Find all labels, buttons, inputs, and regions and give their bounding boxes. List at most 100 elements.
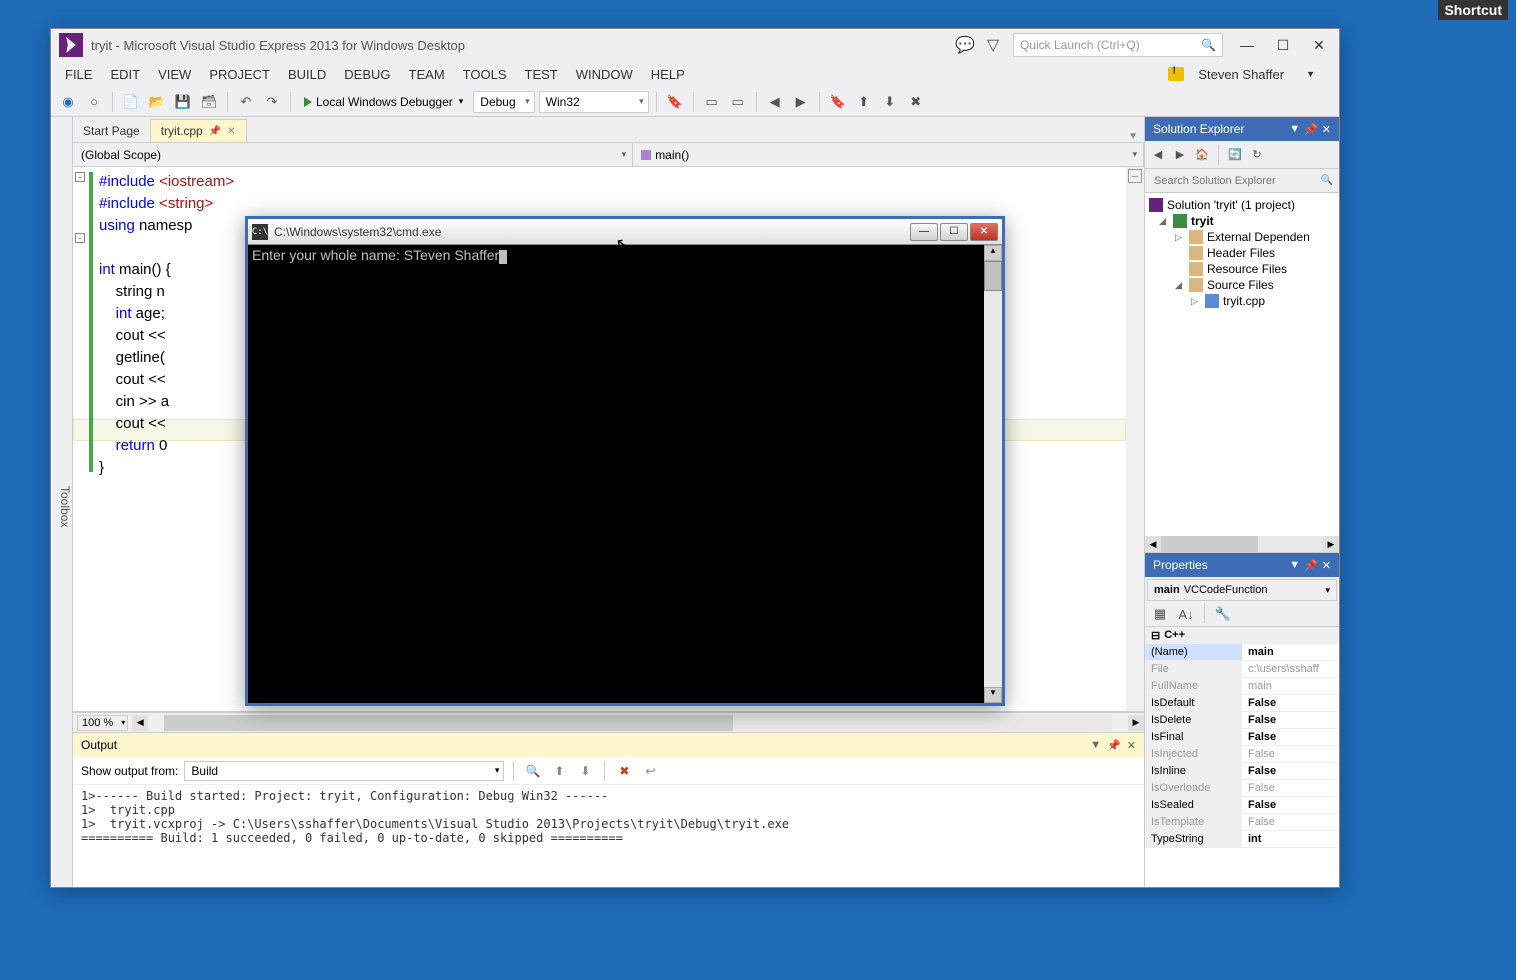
editor-hscrollbar[interactable]: [164, 715, 1112, 731]
bookmark-icon[interactable]: 🔖: [827, 91, 849, 113]
solution-tree[interactable]: Solution 'tryit' (1 project) ◢ tryit ▷ E…: [1145, 193, 1339, 536]
tab-start-page[interactable]: Start Page: [73, 120, 150, 142]
prev-message-icon[interactable]: ⬆: [549, 761, 569, 781]
expand-icon[interactable]: ▷: [1191, 296, 1201, 307]
solution-search[interactable]: [1145, 169, 1339, 193]
split-icon[interactable]: ─: [1128, 169, 1142, 183]
sync-icon[interactable]: 🔄: [1226, 146, 1244, 164]
props-page-icon[interactable]: 🔧: [1212, 603, 1234, 625]
dropdown-icon[interactable]: ▼: [1289, 559, 1300, 572]
fwd-icon[interactable]: ▶: [1171, 146, 1189, 164]
refresh-icon[interactable]: ↻: [1248, 146, 1266, 164]
property-row[interactable]: IsInjectedFalse: [1145, 746, 1339, 763]
menu-file[interactable]: FILE: [57, 65, 100, 84]
home-icon[interactable]: 🏠: [1193, 146, 1211, 164]
property-row[interactable]: IsTemplateFalse: [1145, 814, 1339, 831]
alpha-sort-icon[interactable]: A↓: [1175, 603, 1197, 625]
expand-icon[interactable]: ▷: [1175, 232, 1185, 243]
pin-icon[interactable]: 📌: [209, 126, 221, 137]
back-icon[interactable]: ◀: [1149, 146, 1167, 164]
menu-debug[interactable]: DEBUG: [336, 65, 398, 84]
prop-category[interactable]: ⊟C++: [1145, 627, 1339, 644]
redo-icon[interactable]: ↷: [261, 91, 283, 113]
property-row[interactable]: IsDefaultFalse: [1145, 695, 1339, 712]
bookmark-clear-icon[interactable]: ✖: [905, 91, 927, 113]
hscroll-right-icon[interactable]: ▶: [1128, 715, 1144, 731]
tree-project[interactable]: ◢ tryit: [1145, 213, 1339, 229]
save-all-icon[interactable]: 🗃: [198, 91, 220, 113]
save-icon[interactable]: 💾: [172, 91, 194, 113]
quick-launch-input[interactable]: Quick Launch (Ctrl+Q) 🔍: [1013, 33, 1223, 57]
property-row[interactable]: IsDeleteFalse: [1145, 712, 1339, 729]
property-row[interactable]: IsOverloadeFalse: [1145, 780, 1339, 797]
tree-hscrollbar[interactable]: ◀▶: [1145, 536, 1339, 552]
feedback-icon[interactable]: 💬: [957, 37, 973, 53]
menu-edit[interactable]: EDIT: [102, 65, 148, 84]
zoom-combo[interactable]: 100 %: [77, 715, 128, 731]
dropdown-icon[interactable]: ▼: [1090, 739, 1101, 752]
console-vscrollbar[interactable]: ▲ ▼: [984, 245, 1002, 703]
undo-icon[interactable]: ↶: [235, 91, 257, 113]
property-row[interactable]: IsInlineFalse: [1145, 763, 1339, 780]
maximize-button[interactable]: ☐: [1271, 35, 1295, 55]
function-combo[interactable]: main(): [633, 143, 1144, 166]
clear-output-icon[interactable]: ✖: [614, 761, 634, 781]
console-minimize-button[interactable]: —: [910, 223, 938, 241]
property-row[interactable]: IsSealedFalse: [1145, 797, 1339, 814]
console-close-button[interactable]: ✕: [970, 223, 998, 241]
start-debug-button[interactable]: Local Windows Debugger ▾: [298, 93, 469, 111]
tree-folder[interactable]: ◢ Source Files: [1145, 277, 1339, 293]
fold-toggle[interactable]: -: [75, 233, 85, 243]
uncomment-icon[interactable]: ▭: [727, 91, 749, 113]
tree-folder[interactable]: ▷ External Dependen: [1145, 229, 1339, 245]
tree-folder[interactable]: Resource Files: [1145, 261, 1339, 277]
console-titlebar[interactable]: C:\ C:\Windows\system32\cmd.exe — ☐ ✕: [248, 219, 1002, 245]
property-row[interactable]: (Name)main: [1145, 644, 1339, 661]
config-combo[interactable]: Debug: [473, 91, 534, 113]
indent-less-icon[interactable]: ◀: [764, 91, 786, 113]
nav-fwd-icon[interactable]: ○: [83, 91, 105, 113]
tree-solution[interactable]: Solution 'tryit' (1 project): [1145, 197, 1339, 213]
platform-combo[interactable]: Win32: [539, 91, 649, 113]
close-button[interactable]: ✕: [1307, 35, 1331, 55]
property-row[interactable]: Filec:\users\sshaff: [1145, 661, 1339, 678]
menu-build[interactable]: BUILD: [280, 65, 334, 84]
categorize-icon[interactable]: ▦: [1149, 603, 1171, 625]
next-message-icon[interactable]: ⬇: [575, 761, 595, 781]
bookmark-prev-icon[interactable]: ⬆: [853, 91, 875, 113]
console-output[interactable]: Enter your whole name: STeven Shaffer: [248, 245, 984, 703]
menu-team[interactable]: TEAM: [401, 65, 453, 84]
property-row[interactable]: TypeStringint: [1145, 831, 1339, 848]
close-icon[interactable]: ✕: [1322, 123, 1331, 136]
menu-test[interactable]: TEST: [517, 65, 566, 84]
close-icon[interactable]: ✕: [1322, 559, 1331, 572]
pin-icon[interactable]: 📌: [1107, 739, 1121, 752]
close-tab-icon[interactable]: ✕: [227, 126, 235, 137]
output-source-combo[interactable]: Build: [184, 761, 504, 781]
expand-icon[interactable]: ◢: [1159, 216, 1169, 227]
close-icon[interactable]: ✕: [1127, 739, 1136, 752]
editor-vscrollbar[interactable]: ─: [1126, 167, 1144, 711]
properties-object-combo[interactable]: main VCCodeFunction ▾: [1147, 579, 1337, 601]
minimize-button[interactable]: —: [1235, 35, 1259, 55]
expand-icon[interactable]: ◢: [1175, 280, 1185, 291]
property-row[interactable]: IsFinalFalse: [1145, 729, 1339, 746]
user-menu[interactable]: Steven Shaffer ▼: [1168, 65, 1333, 84]
nav-back-icon[interactable]: ◉: [57, 91, 79, 113]
menu-project[interactable]: PROJECT: [201, 65, 278, 84]
menu-help[interactable]: HELP: [643, 65, 693, 84]
pin-icon[interactable]: 📌: [1304, 559, 1318, 572]
hscroll-left-icon[interactable]: ◀: [132, 715, 148, 731]
output-text[interactable]: 1>------ Build started: Project: tryit, …: [73, 785, 1144, 887]
new-project-icon[interactable]: 📄: [120, 91, 142, 113]
menu-tools[interactable]: TOOLS: [455, 65, 515, 84]
tab-dropdown-icon[interactable]: ▼: [1128, 131, 1144, 142]
dropdown-icon[interactable]: ▼: [1289, 123, 1300, 136]
console-maximize-button[interactable]: ☐: [940, 223, 968, 241]
pin-icon[interactable]: 📌: [1304, 123, 1318, 136]
bookmark-next-icon[interactable]: ⬇: [879, 91, 901, 113]
tab-tryit-cpp[interactable]: tryit.cpp 📌 ✕: [150, 119, 247, 142]
menu-view[interactable]: VIEW: [150, 65, 199, 84]
tree-file[interactable]: ▷ tryit.cpp: [1145, 293, 1339, 309]
scope-combo[interactable]: (Global Scope): [73, 143, 633, 166]
